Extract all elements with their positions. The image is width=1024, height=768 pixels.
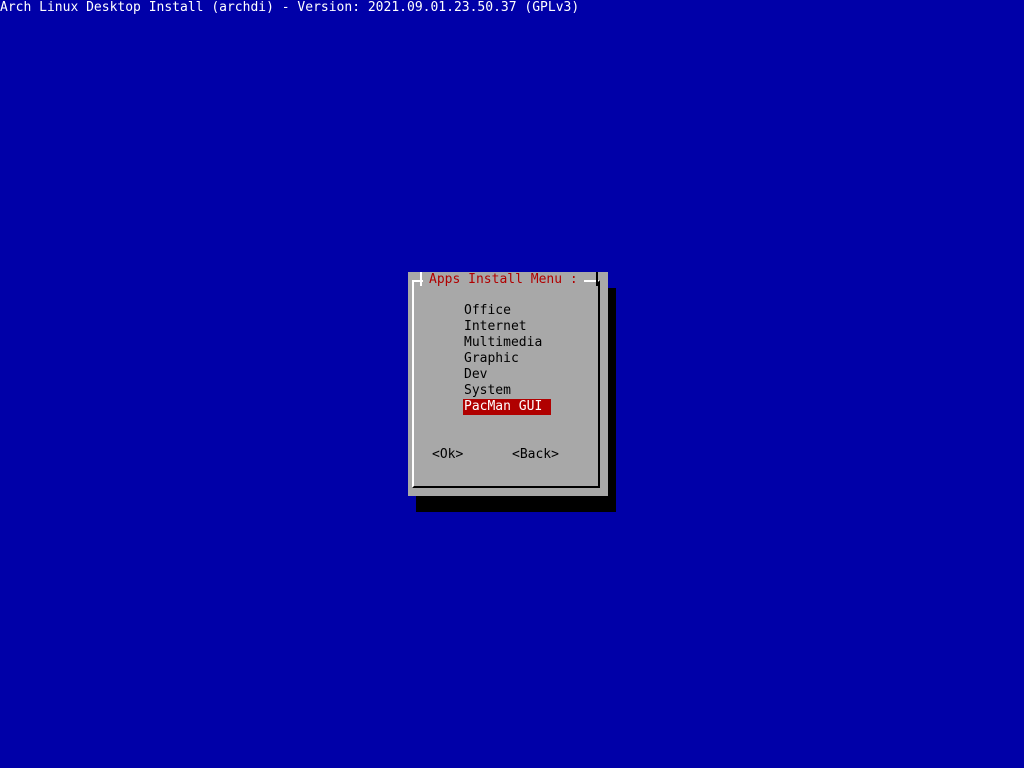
menu-item-graphic[interactable]: Graphic [463,351,551,367]
title-bracket-right [596,272,598,286]
title-bracket-left [420,272,422,286]
menu-item-pacman-gui[interactable]: PacMan GUI [463,399,551,415]
back-button[interactable]: <Back> [512,447,559,463]
menu-item-office[interactable]: Office [463,303,551,319]
apps-menu-list: Office Internet Multimedia Graphic Dev S… [463,303,551,415]
terminal-screen: Arch Linux Desktop Install (archdi) - Ve… [0,0,1024,768]
dialog-title: Apps Install Menu : [423,272,584,288]
menu-item-dev[interactable]: Dev [463,367,551,383]
apps-install-dialog: Apps Install Menu : Office Internet Mult… [408,272,608,496]
menu-item-multimedia[interactable]: Multimedia [463,335,551,351]
ok-button[interactable]: <Ok> [432,447,463,463]
menu-item-system[interactable]: System [463,383,551,399]
backtitle: Arch Linux Desktop Install (archdi) - Ve… [0,0,580,15]
menu-item-internet[interactable]: Internet [463,319,551,335]
